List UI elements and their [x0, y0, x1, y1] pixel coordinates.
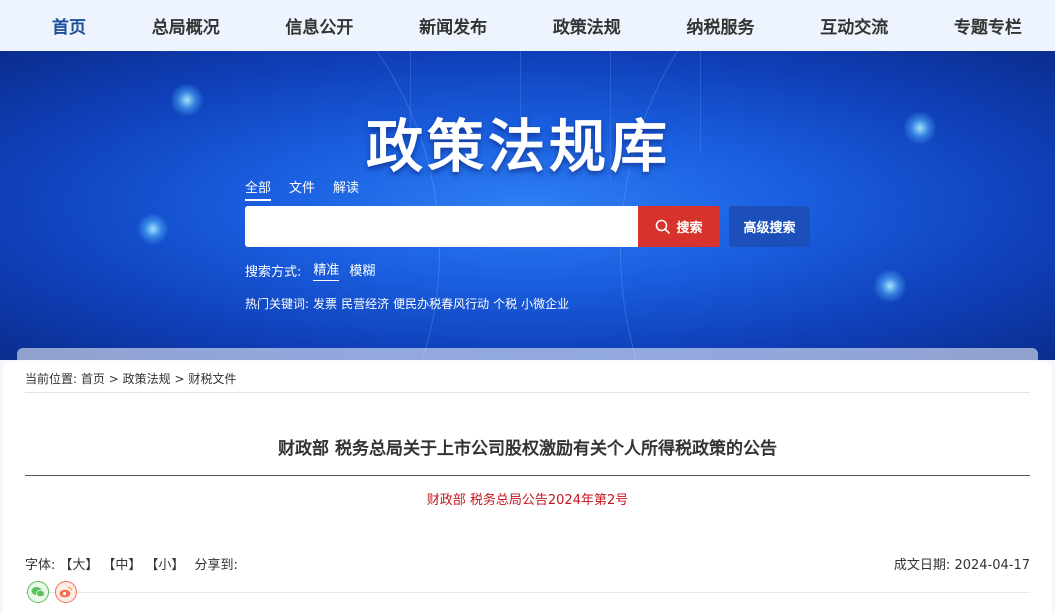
- banner-title: 政策法规库: [366, 113, 671, 180]
- hot-keyword[interactable]: 民营经济: [341, 295, 389, 312]
- nav-item-home[interactable]: 首页: [52, 13, 86, 38]
- breadcrumb-divider: [25, 392, 1030, 393]
- mode-fuzzy[interactable]: 模糊: [349, 260, 375, 281]
- hot-keywords: 热门关键词: 发票 民营经济 便民办税春风行动 个税 小微企业: [245, 295, 569, 312]
- publish-date: 成文日期: 2024-04-17: [894, 554, 1030, 573]
- search-input[interactable]: [245, 206, 638, 247]
- font-size-controls: 字体: 【大】 【中】 【小】 分享到:: [25, 554, 238, 573]
- banner-decoration: [700, 51, 701, 151]
- nav-item-interaction[interactable]: 互动交流: [820, 13, 888, 38]
- wechat-icon[interactable]: [27, 581, 49, 603]
- hot-keyword[interactable]: 小微企业: [521, 295, 569, 312]
- nav-item-news[interactable]: 新闻发布: [419, 13, 487, 38]
- breadcrumb-policy[interactable]: 政策法规: [123, 372, 171, 386]
- weibo-icon[interactable]: [55, 581, 77, 603]
- breadcrumb-finance-tax[interactable]: 财税文件: [188, 372, 236, 386]
- tab-files[interactable]: 文件: [289, 177, 315, 201]
- tab-all[interactable]: 全部: [245, 177, 272, 201]
- search-mode: 搜索方式: 精准 模糊: [245, 259, 375, 281]
- title-divider: [25, 475, 1030, 476]
- content-divider: [25, 592, 1030, 593]
- font-size-large[interactable]: 【大】: [59, 554, 98, 573]
- banner: 政策法规库 全部 文件 解读 搜索 高级搜索 搜索方式: 精准 模糊 热门关键词…: [0, 51, 1055, 360]
- share-label: 分享到:: [194, 558, 238, 573]
- nav-item-policy[interactable]: 政策法规: [553, 13, 621, 38]
- content-card: [3, 362, 1052, 614]
- font-size-small[interactable]: 【小】: [145, 554, 184, 573]
- document-number: 财政部 税务总局公告2024年第2号: [426, 493, 629, 508]
- breadcrumb-separator: >: [108, 372, 119, 386]
- nav-item-disclosure[interactable]: 信息公开: [285, 13, 353, 38]
- search-button-label: 搜索: [676, 221, 703, 236]
- hot-keywords-label: 热门关键词:: [245, 297, 310, 311]
- advanced-search-button[interactable]: 高级搜索: [729, 206, 810, 247]
- hot-keyword[interactable]: 便民办税春风行动: [393, 295, 489, 312]
- font-size-label: 字体:: [25, 558, 56, 573]
- top-navigation: 首页 总局概况 信息公开 新闻发布 政策法规 纳税服务 互动交流 专题专栏: [0, 0, 1055, 51]
- mode-exact[interactable]: 精准: [313, 259, 340, 281]
- breadcrumb-separator: >: [174, 372, 185, 386]
- search-icon: [655, 219, 671, 234]
- hot-keyword[interactable]: 个税: [493, 295, 517, 312]
- banner-glow: [170, 83, 204, 117]
- breadcrumb: 当前位置: 首页 > 政策法规 > 财税文件: [25, 370, 236, 387]
- tab-interpretation[interactable]: 解读: [333, 177, 359, 201]
- share-icons: [27, 581, 77, 603]
- nav-item-tax-service[interactable]: 纳税服务: [687, 13, 755, 38]
- banner-glow: [903, 111, 937, 145]
- search-button[interactable]: 搜索: [638, 206, 720, 247]
- article-title: 财政部 税务总局关于上市公司股权激励有关个人所得税政策的公告: [278, 439, 777, 459]
- banner-glow: [137, 213, 169, 245]
- font-size-medium[interactable]: 【中】: [102, 554, 141, 573]
- breadcrumb-prefix: 当前位置:: [25, 372, 78, 386]
- search-tabs: 全部 文件 解读: [245, 177, 359, 201]
- banner-glow: [873, 269, 907, 303]
- nav-item-topics[interactable]: 专题专栏: [954, 13, 1022, 38]
- date-label: 成文日期:: [893, 558, 951, 573]
- hot-keyword[interactable]: 发票: [313, 295, 337, 312]
- breadcrumb-home[interactable]: 首页: [81, 372, 105, 386]
- nav-item-overview[interactable]: 总局概况: [152, 13, 220, 38]
- date-value: 2024-04-17: [954, 558, 1030, 573]
- search-mode-label: 搜索方式:: [245, 264, 302, 280]
